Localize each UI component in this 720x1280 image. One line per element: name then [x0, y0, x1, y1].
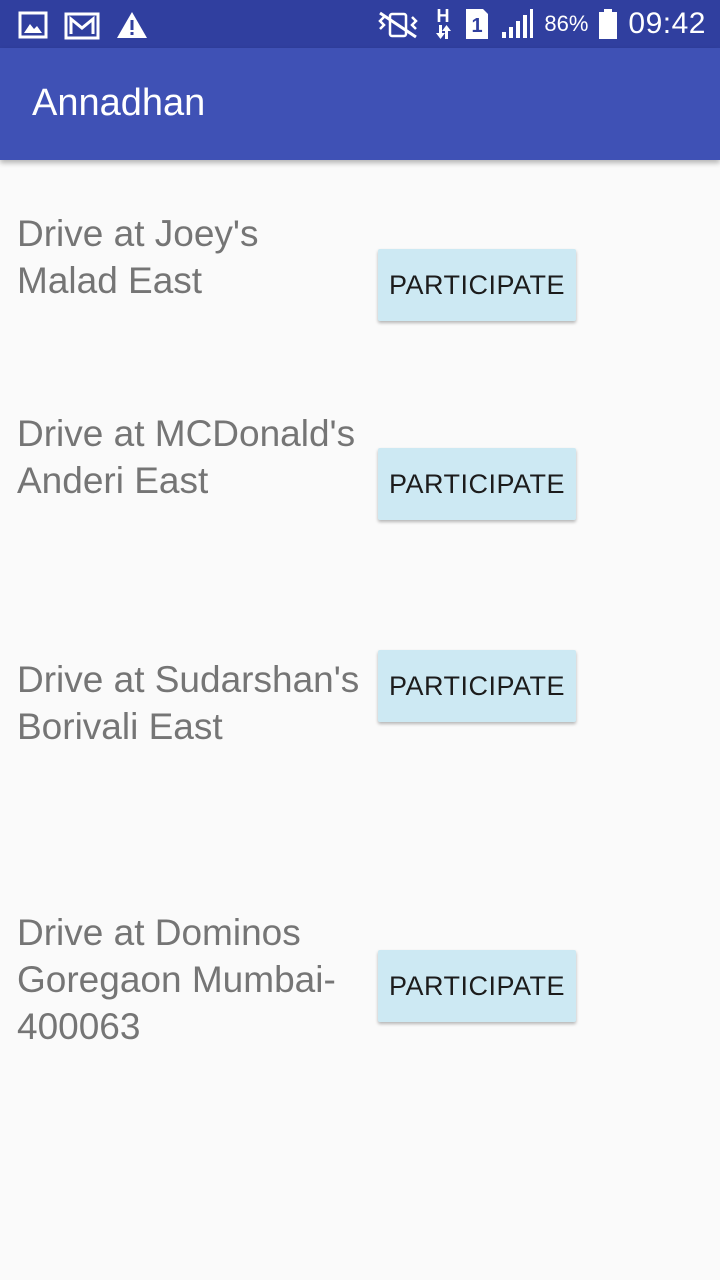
clock: 09:42 — [628, 7, 706, 40]
battery-percent: 86% — [544, 11, 589, 36]
battery-icon — [598, 8, 618, 40]
gallery-icon — [18, 10, 48, 40]
network-h-icon: H — [432, 6, 454, 42]
status-bar: H 1 86% 09:42 — [0, 0, 720, 48]
drive-title-sudarshans: Drive at Sudarshan's Borivali East — [17, 659, 360, 747]
vibrate-icon — [374, 9, 422, 39]
drive-title-mcdonalds: Drive at MCDonald's Anderi East — [17, 413, 356, 501]
participate-button-sudarshans[interactable]: PARTICIPATE — [378, 650, 576, 722]
app-title: Annadhan — [32, 82, 206, 124]
network-type-label: H — [437, 6, 450, 26]
warning-icon — [116, 10, 148, 40]
participate-button-mcdonalds[interactable]: PARTICIPATE — [378, 448, 576, 520]
gmail-icon — [64, 10, 100, 40]
drive-title-dominos: Drive at Dominos Goregaon Mumbai- 400063 — [17, 912, 336, 1047]
system-icons: H 1 86% 09:42 — [374, 0, 706, 48]
drive-title-joeys: Drive at Joey's Malad East — [17, 213, 259, 301]
participate-button-joeys[interactable]: PARTICIPATE — [378, 249, 576, 321]
participate-button-dominos[interactable]: PARTICIPATE — [378, 950, 576, 1022]
signal-icon — [500, 8, 534, 40]
screen: H 1 86% 09:42 Annadhan Drive at Joey's M… — [0, 0, 720, 1280]
notification-icons — [18, 9, 148, 41]
app-bar: Annadhan — [0, 48, 720, 160]
sim-slot-label: 1 — [472, 15, 483, 37]
sim-icon: 1 — [464, 7, 490, 41]
